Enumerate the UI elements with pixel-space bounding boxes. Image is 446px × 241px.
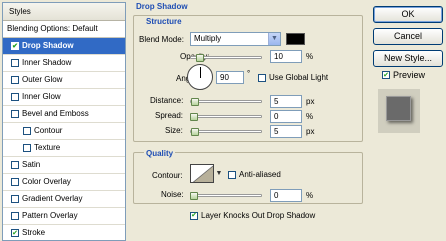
structure-title: Structure	[144, 17, 184, 26]
style-item-checkbox[interactable]: ✔	[11, 42, 19, 50]
style-item[interactable]: Bevel and Emboss	[3, 106, 125, 123]
style-item-label: Pattern Overlay	[22, 211, 78, 220]
angle-unit: °	[247, 69, 251, 78]
style-item-checkbox[interactable]	[11, 178, 19, 186]
style-item-checkbox[interactable]	[11, 93, 19, 101]
style-item[interactable]: Satin	[3, 157, 125, 174]
opacity-slider-thumb[interactable]	[196, 54, 204, 62]
anti-aliased-label: Anti-aliased	[239, 170, 281, 179]
styles-list: Styles Blending Options: Default ✔ Drop S…	[2, 2, 126, 241]
anti-aliased-checkbox[interactable]: Anti-aliased	[228, 170, 281, 179]
noise-input[interactable]: 0	[270, 189, 302, 202]
use-global-light-checkbox[interactable]: Use Global Light	[258, 73, 328, 82]
style-item[interactable]: Contour	[3, 123, 125, 140]
preview-box-check[interactable]: ✔	[382, 71, 390, 79]
style-item-label: Inner Shadow	[22, 58, 72, 67]
styles-header[interactable]: Styles	[3, 3, 125, 21]
size-label: Size:	[165, 126, 183, 135]
contour-dropdown-arrow[interactable]: ▼	[215, 164, 223, 183]
size-unit: px	[306, 127, 315, 136]
chevron-down-icon: ▼	[268, 33, 280, 45]
preview-checkbox[interactable]: ✔ Preview	[382, 70, 425, 80]
style-item-label: Inner Glow	[22, 92, 61, 101]
style-item-checkbox[interactable]	[11, 161, 19, 169]
style-item[interactable]: ✔ Stroke	[3, 225, 125, 240]
style-item-label: Drop Shadow	[22, 41, 74, 50]
style-item[interactable]: Outer Glow	[3, 72, 125, 89]
size-input[interactable]: 5	[270, 125, 302, 138]
style-item-checkbox[interactable]	[23, 144, 31, 152]
cancel-button[interactable]: Cancel	[373, 28, 443, 45]
style-item[interactable]: Pattern Overlay	[3, 208, 125, 225]
blend-mode-value: Multiply	[194, 34, 222, 43]
angle-input[interactable]: 90	[216, 71, 244, 84]
style-item-label: Satin	[22, 160, 41, 169]
angle-dial-hand	[200, 67, 201, 78]
size-slider-track[interactable]	[190, 130, 262, 133]
distance-slider-track[interactable]	[190, 100, 262, 103]
style-item-checkbox[interactable]	[11, 76, 19, 84]
use-global-light-label: Use Global Light	[269, 73, 329, 82]
style-item[interactable]: Texture	[3, 140, 125, 157]
style-item[interactable]: ✔ Drop Shadow	[3, 38, 125, 55]
ok-button[interactable]: OK	[373, 6, 443, 23]
style-item-label: Gradient Overlay	[22, 194, 83, 203]
angle-dial[interactable]	[187, 64, 213, 90]
layer-knocks-out-box[interactable]: ✔	[190, 211, 198, 220]
noise-slider-track[interactable]	[190, 194, 262, 197]
style-item[interactable]: Gradient Overlay	[3, 191, 125, 208]
style-item-checkbox[interactable]	[11, 212, 19, 220]
anti-aliased-box[interactable]	[228, 170, 236, 179]
spread-unit: %	[306, 112, 314, 121]
blending-options-item[interactable]: Blending Options: Default	[3, 21, 125, 38]
blend-mode-label: Blend Mode:	[139, 35, 184, 44]
style-item-label: Color Overlay	[22, 177, 71, 186]
style-item-label: Contour	[34, 126, 63, 135]
style-item-checkbox[interactable]: ✔	[11, 229, 19, 237]
distance-slider-thumb[interactable]	[191, 98, 199, 106]
preview-swatch	[386, 96, 411, 121]
distance-input[interactable]: 5	[270, 95, 302, 108]
contour-picker[interactable]	[190, 164, 214, 183]
preview-label: Preview	[393, 70, 426, 80]
distance-unit: px	[306, 97, 315, 106]
style-item-checkbox[interactable]	[11, 195, 19, 203]
opacity-unit: %	[306, 52, 314, 61]
style-item[interactable]: Inner Shadow	[3, 55, 125, 72]
opacity-input[interactable]: 10	[270, 50, 302, 63]
layer-knocks-out-label: Layer Knocks Out Drop Shadow	[201, 211, 316, 220]
layer-knocks-out-checkbox[interactable]: ✔ Layer Knocks Out Drop Shadow	[190, 211, 315, 220]
size-slider-thumb[interactable]	[191, 128, 199, 136]
style-item-checkbox[interactable]	[23, 127, 31, 135]
style-item-label: Bevel and Emboss	[22, 109, 89, 118]
preview-thumbnail	[378, 89, 420, 133]
contour-label: Contour:	[152, 171, 183, 180]
new-style-button[interactable]: New Style...	[373, 50, 443, 67]
shadow-color-swatch[interactable]	[286, 33, 305, 45]
style-item-label: Stroke	[22, 228, 46, 237]
noise-slider-thumb[interactable]	[190, 192, 198, 200]
spread-slider-track[interactable]	[190, 115, 262, 118]
quality-title: Quality	[144, 149, 176, 158]
style-item-label: Texture	[34, 143, 61, 152]
spread-slider-thumb[interactable]	[190, 113, 198, 121]
style-item-checkbox[interactable]	[11, 110, 19, 118]
spread-label: Spread:	[155, 111, 184, 120]
style-item[interactable]: Inner Glow	[3, 89, 125, 106]
blend-mode-select[interactable]: Multiply ▼	[190, 32, 281, 46]
noise-unit: %	[306, 191, 314, 200]
distance-label: Distance:	[150, 96, 184, 105]
style-item-label: Outer Glow	[22, 75, 63, 84]
style-item-checkbox[interactable]	[11, 59, 19, 67]
spread-input[interactable]: 0	[270, 110, 302, 123]
contour-curve-icon	[192, 165, 213, 182]
use-global-light-box[interactable]	[258, 73, 266, 82]
style-item[interactable]: Color Overlay	[3, 174, 125, 191]
drop-shadow-title: Drop Shadow	[136, 2, 188, 11]
noise-label: Noise:	[161, 190, 184, 199]
